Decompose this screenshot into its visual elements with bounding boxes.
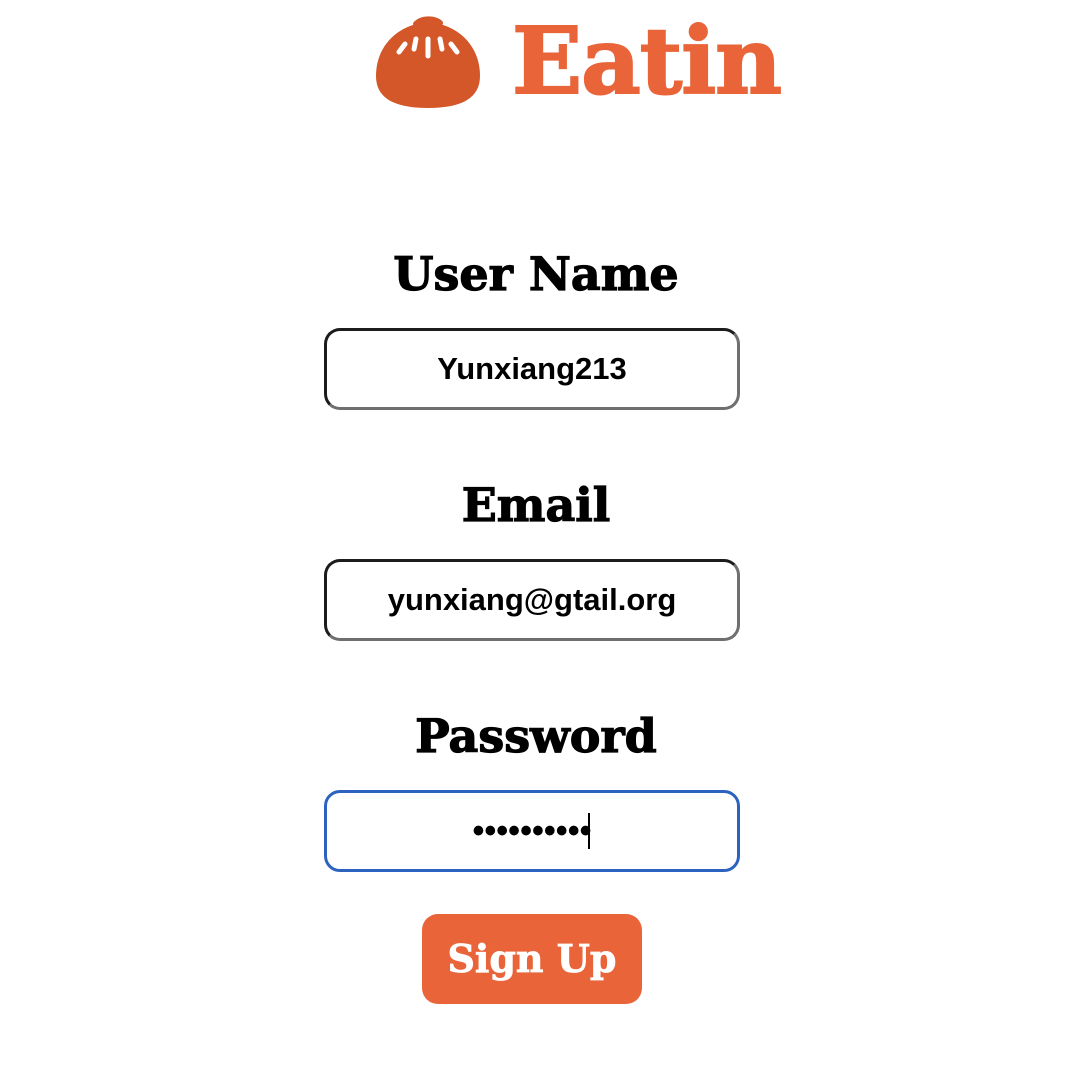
username-input[interactable]	[324, 328, 740, 410]
text-caret	[588, 813, 590, 849]
brand-name: Eatin	[511, 6, 783, 116]
password-label: Password	[415, 708, 658, 763]
steamed-bun-icon	[376, 16, 480, 108]
password-input[interactable]	[324, 790, 740, 872]
email-label: Email	[461, 477, 611, 532]
app-header: Eatin	[0, 0, 1072, 130]
sign-up-button[interactable]: Sign Up	[422, 914, 642, 1004]
username-label: User Name	[393, 246, 680, 301]
email-input[interactable]	[324, 559, 740, 641]
